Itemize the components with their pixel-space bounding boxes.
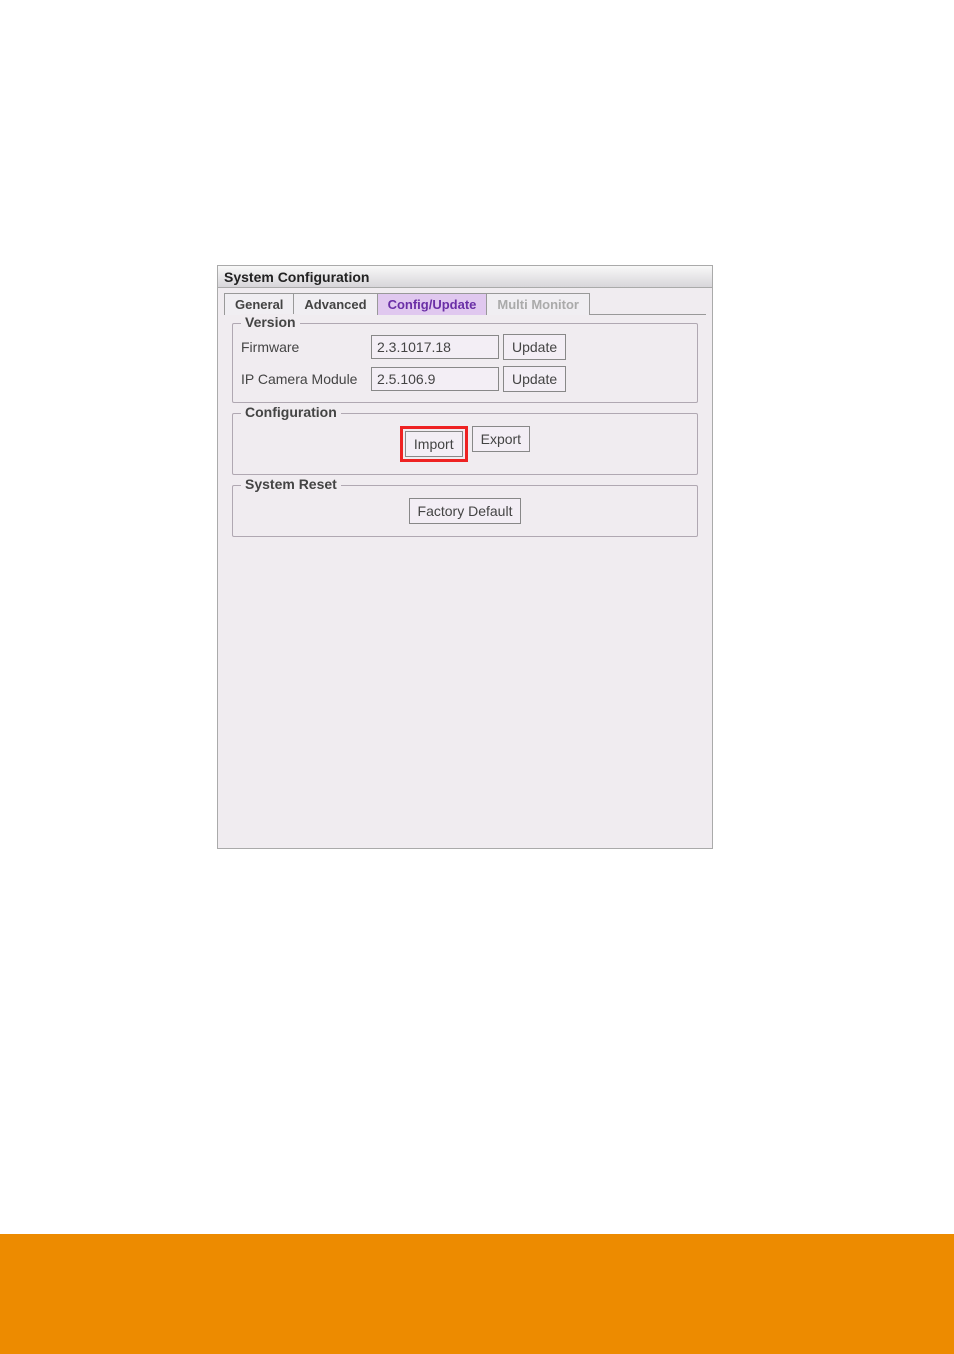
factory-default-button[interactable]: Factory Default xyxy=(409,498,522,524)
firmware-value-field[interactable] xyxy=(371,335,499,359)
tab-config-update[interactable]: Config/Update xyxy=(378,293,488,315)
window-title: System Configuration xyxy=(218,266,712,288)
ipcam-value-field[interactable] xyxy=(371,367,499,391)
import-highlight: Import xyxy=(400,426,468,462)
ipcam-row: IP Camera Module Update xyxy=(241,366,689,392)
firmware-update-button[interactable]: Update xyxy=(503,334,566,360)
tab-multi-monitor: Multi Monitor xyxy=(487,293,590,315)
configuration-buttons: Import Export xyxy=(241,424,689,464)
ipcam-label: IP Camera Module xyxy=(241,371,367,387)
ipcam-update-button[interactable]: Update xyxy=(503,366,566,392)
tab-bar: General Advanced Config/Update Multi Mon… xyxy=(218,288,712,314)
firmware-row: Firmware Update xyxy=(241,334,689,360)
tab-general[interactable]: General xyxy=(224,293,294,315)
version-fieldset: Version Firmware Update IP Camera Module… xyxy=(232,323,698,403)
footer-bar xyxy=(0,1234,954,1354)
import-button[interactable]: Import xyxy=(405,431,463,457)
system-reset-buttons: Factory Default xyxy=(241,496,689,526)
firmware-label: Firmware xyxy=(241,339,367,355)
tab-advanced[interactable]: Advanced xyxy=(294,293,377,315)
system-reset-legend: System Reset xyxy=(241,476,341,492)
configuration-fieldset: Configuration Import Export xyxy=(232,413,698,475)
export-button[interactable]: Export xyxy=(472,426,530,452)
system-configuration-window: System Configuration General Advanced Co… xyxy=(217,265,713,849)
system-reset-fieldset: System Reset Factory Default xyxy=(232,485,698,537)
version-legend: Version xyxy=(241,314,300,330)
configuration-legend: Configuration xyxy=(241,404,341,420)
tab-content: Version Firmware Update IP Camera Module… xyxy=(224,314,706,848)
